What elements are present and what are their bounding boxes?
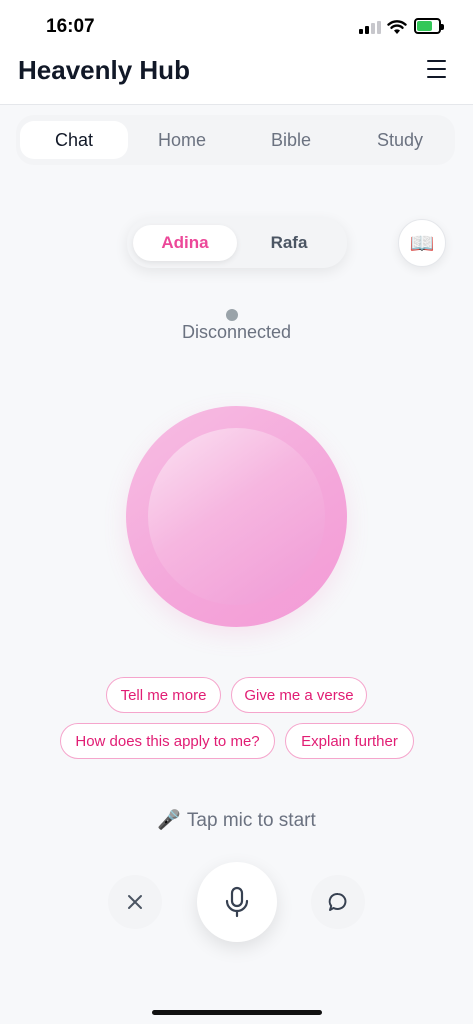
- book-icon: 📖: [409, 231, 435, 255]
- book-button[interactable]: 📖: [398, 219, 446, 267]
- voice-orb[interactable]: [126, 406, 347, 627]
- microphone-emoji-icon: 🎤: [157, 809, 181, 831]
- wifi-icon: [387, 20, 407, 34]
- persona-toggle: Adina Rafa: [127, 218, 347, 268]
- voice-orb-core: [148, 428, 325, 605]
- chat-bubble-icon: [328, 892, 347, 911]
- tab-chat[interactable]: Chat: [20, 121, 128, 159]
- app-header: Heavenly Hub: [0, 50, 473, 105]
- microphone-icon: [225, 886, 249, 918]
- tab-study[interactable]: Study: [346, 121, 454, 159]
- suggestion-chip-tell-me-more[interactable]: Tell me more: [106, 677, 221, 713]
- battery-charging-icon: [414, 18, 444, 34]
- persona-adina[interactable]: Adina: [133, 225, 237, 261]
- chat-button[interactable]: [311, 875, 365, 929]
- persona-rafa[interactable]: Rafa: [237, 225, 341, 261]
- signal-icon: [359, 21, 381, 34]
- status-time: 16:07: [46, 16, 95, 37]
- tab-home[interactable]: Home: [128, 121, 236, 159]
- home-indicator: [152, 1010, 322, 1015]
- mic-hint-text: Tap mic to start: [186, 810, 316, 831]
- close-button[interactable]: [108, 875, 162, 929]
- connection-status-dot: [226, 309, 238, 321]
- suggestion-chip-give-me-a-verse[interactable]: Give me a verse: [231, 677, 367, 713]
- connection-status: Disconnected: [181, 322, 292, 342]
- app-title: Heavenly Hub: [18, 55, 190, 85]
- mic-hint: 🎤 Tap mic to start: [0, 808, 473, 832]
- close-icon: [128, 895, 142, 909]
- tab-bible[interactable]: Bible: [237, 121, 345, 159]
- suggestion-chip-apply-to-me[interactable]: How does this apply to me?: [60, 723, 275, 759]
- status-bar: 16:07: [0, 0, 473, 50]
- hamburger-menu-icon[interactable]: [425, 58, 449, 80]
- microphone-button[interactable]: [197, 862, 277, 942]
- suggestion-chip-explain-further[interactable]: Explain further: [285, 723, 414, 759]
- main-tab-bar: Chat Home Bible Study: [16, 115, 455, 165]
